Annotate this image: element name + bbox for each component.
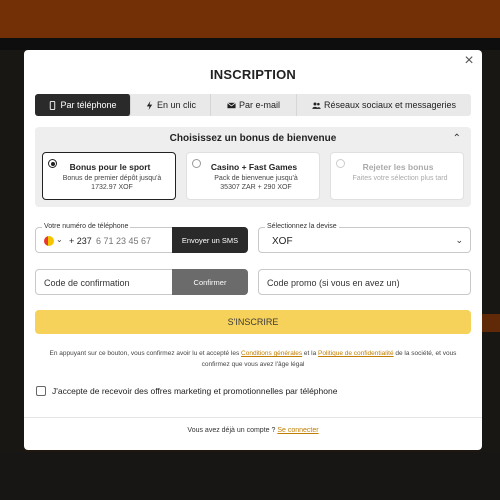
currency-value: XOF — [272, 236, 293, 247]
tab-phone[interactable]: Par téléphone — [35, 94, 131, 116]
chevron-down-icon[interactable]: ⌄ — [455, 235, 463, 246]
bonus-option-reject[interactable]: Rejeter les bonus Faites votre sélection… — [330, 152, 464, 200]
bonus-title: Casino + Fast Games — [210, 162, 298, 172]
tab-label: En un clic — [156, 100, 197, 110]
phone-icon — [50, 100, 56, 110]
privacy-link[interactable]: Politique de confidentialité — [318, 350, 394, 357]
currency-field-label: Sélectionnez la devise — [265, 223, 339, 230]
tab-email[interactable]: Par e-mail — [211, 94, 297, 116]
divider — [24, 417, 482, 418]
bonus-description: Pack de bienvenue jusqu'à 35307 ZAR + 290… — [214, 175, 298, 191]
close-icon[interactable]: × — [462, 53, 476, 69]
tab-label: Par e-mail — [238, 100, 280, 110]
envelope-icon — [227, 102, 236, 108]
cameroon-flag-icon[interactable] — [44, 236, 54, 246]
login-link[interactable]: Se connecter — [277, 427, 318, 434]
chevron-down-icon[interactable]: ⌄ — [56, 235, 63, 244]
bonus-title: Bonus pour le sport — [69, 162, 151, 172]
registration-method-tabs: Par téléphone En un clic Par e-mail Rése… — [35, 94, 471, 116]
send-sms-button[interactable]: Envoyer un SMS — [172, 227, 248, 253]
country-code: + 237 — [69, 236, 92, 246]
legal-notice: En appuyant sur ce bouton, vous confirme… — [49, 350, 457, 368]
confirmation-code-field[interactable]: Code de confirmation Confirmer — [35, 269, 248, 295]
marketing-checkbox-label[interactable]: J'accepte de recevoir des offres marketi… — [52, 386, 337, 396]
phone-field: Votre numéro de téléphone ⌄ + 237 Envoye… — [35, 223, 248, 253]
currency-select[interactable]: Sélectionnez la devise XOF ⌄ — [258, 223, 471, 253]
people-icon — [312, 102, 321, 109]
lightning-icon — [146, 100, 153, 110]
tab-one-click[interactable]: En un clic — [131, 94, 211, 116]
bonus-heading: Choisissez un bonus de bienvenue — [169, 133, 337, 144]
bonus-description: Faites votre sélection plus tard — [352, 175, 448, 182]
tab-label: Réseaux sociaux et messageries — [323, 100, 457, 110]
modal-title: INSCRIPTION — [210, 67, 296, 82]
chevron-up-icon[interactable]: ⌃ — [453, 133, 461, 144]
marketing-checkbox[interactable] — [36, 386, 46, 396]
confirm-button[interactable]: Confirmer — [172, 269, 248, 295]
bonus-option-casino[interactable]: Casino + Fast Games Pack de bienvenue ju… — [186, 152, 320, 200]
tab-label: Par téléphone — [60, 100, 117, 110]
login-prompt: Vous avez déjà un compte ? Se connecter — [187, 427, 319, 434]
bonus-description: Bonus de premier dépôt jusqu'à 1732.97 XO… — [62, 175, 162, 191]
terms-link[interactable]: Conditions générales — [241, 350, 302, 357]
confirmation-code-placeholder: Code de confirmation — [44, 278, 130, 288]
bonus-selector: Choisissez un bonus de bienvenue ⌃ Bonus… — [35, 127, 471, 207]
bonus-title: Rejeter les bonus — [362, 162, 434, 172]
tab-social[interactable]: Réseaux sociaux et messageries — [297, 94, 471, 116]
promo-code-field[interactable]: Code promo (si vous en avez un) — [258, 269, 471, 295]
signup-button[interactable]: S'INSCRIRE — [35, 310, 471, 334]
phone-input[interactable] — [96, 236, 176, 246]
registration-modal: × INSCRIPTION Par téléphone En un clic P… — [24, 50, 482, 450]
bonus-option-sport[interactable]: Bonus pour le sport Bonus de premier dép… — [42, 152, 176, 200]
phone-field-label: Votre numéro de téléphone — [42, 223, 131, 230]
promo-code-placeholder: Code promo (si vous en avez un) — [267, 278, 400, 288]
